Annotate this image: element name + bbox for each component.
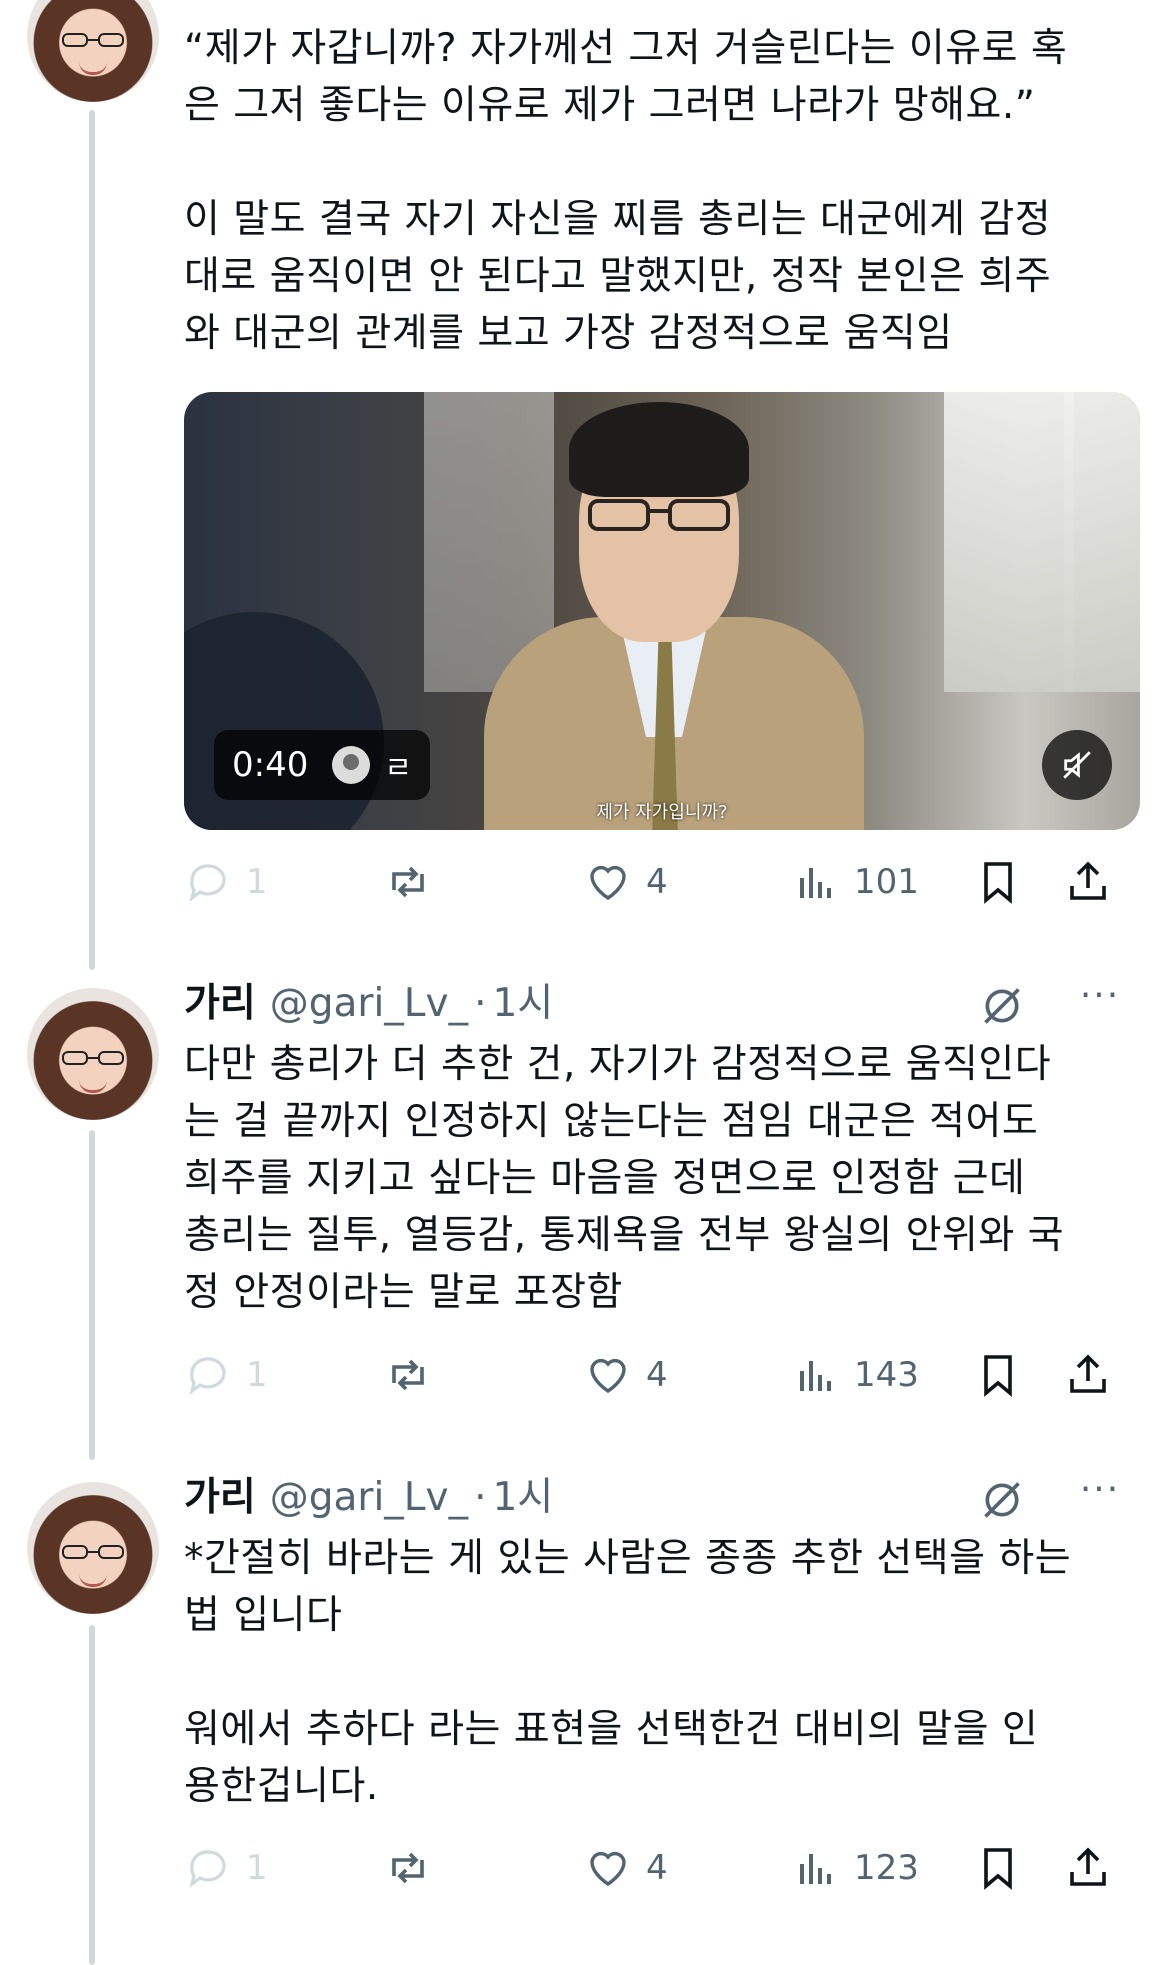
separator-dot: ·	[474, 1475, 487, 1520]
like-button[interactable]: 4	[584, 1345, 668, 1405]
repost-button[interactable]	[384, 852, 432, 912]
share-button[interactable]	[1064, 1345, 1112, 1405]
post-time[interactable]: 1시	[493, 981, 554, 1026]
repost-icon	[392, 1852, 424, 1884]
reply-count: 1	[246, 862, 268, 902]
bookmark-button[interactable]	[974, 852, 1022, 912]
post-text: 다만 총리가 더 추한 건, 자기가 감정적으로 움직인다 는 걸 끝까지 인정…	[184, 1042, 1065, 1315]
post-header: 가리 @gari_Lv_ · 1시 ···	[184, 1468, 1124, 1528]
glasses-icon	[62, 1051, 124, 1065]
video-channel-glyph: ㄹ	[384, 751, 412, 786]
avatar[interactable]	[27, 1482, 159, 1614]
post-text: *간절히 바라는 게 있는 사람은 종종 추한 선택을 하는 법 입니다 워에서…	[184, 1536, 1072, 1809]
bookmark-icon	[984, 1355, 1012, 1397]
views-button[interactable]: 123	[792, 1838, 919, 1898]
like-button[interactable]: 4	[584, 852, 668, 912]
repost-icon	[392, 866, 424, 898]
bookmark-icon	[984, 862, 1012, 904]
heart-icon	[590, 1851, 626, 1887]
reply-icon	[189, 1357, 226, 1395]
repost-button[interactable]	[384, 1345, 432, 1405]
author-handle[interactable]: @gari_Lv_	[270, 981, 468, 1026]
views-icon	[800, 1361, 831, 1391]
mute-button[interactable]	[1042, 730, 1112, 800]
reply-button[interactable]: 1	[184, 852, 268, 912]
video-window	[944, 392, 1074, 692]
thread-line	[89, 1130, 95, 1460]
mute-icon	[1063, 751, 1091, 779]
views-icon	[800, 1854, 831, 1884]
post-actions: 1 4 123	[184, 1838, 1140, 1898]
views-button[interactable]: 101	[792, 852, 919, 912]
views-button[interactable]: 143	[792, 1345, 919, 1405]
post-header: 가리 @gari_Lv_ · 1시 ···	[184, 974, 1124, 1034]
author-name[interactable]: 가리	[184, 1475, 256, 1520]
avatar-smile	[79, 1574, 107, 1587]
author-handle[interactable]: @gari_Lv_	[270, 1475, 468, 1520]
bookmark-button[interactable]	[974, 1345, 1022, 1405]
views-icon	[800, 868, 831, 898]
reply-button[interactable]: 1	[184, 1345, 268, 1405]
reply-icon	[189, 1850, 226, 1888]
video-glasses	[588, 499, 730, 531]
video-player[interactable]: 0:40 ㄹ 제가 자가입니까?	[184, 392, 1140, 830]
video-window	[1064, 392, 1140, 692]
reply-icon	[189, 864, 226, 902]
share-icon	[1070, 1354, 1106, 1393]
video-timer: 0:40 ㄹ	[214, 730, 430, 800]
video-person-hair	[569, 402, 749, 497]
post-text: “제가 자갑니까? 자가께선 그저 거슬린다는 이유로 혹 은 그저 좋다는 이…	[184, 26, 1068, 356]
share-icon	[1070, 1847, 1106, 1886]
avatar[interactable]	[27, 988, 159, 1120]
repost-icon	[392, 1359, 424, 1391]
reply-count: 1	[246, 1848, 268, 1888]
heart-icon	[590, 1358, 626, 1394]
more-icon[interactable]: ···	[1076, 978, 1124, 1026]
post-time[interactable]: 1시	[493, 1475, 554, 1520]
avatar[interactable]	[27, 0, 159, 102]
like-button[interactable]: 4	[584, 1838, 668, 1898]
heart-icon	[590, 865, 626, 901]
avatar-smile	[79, 1080, 107, 1093]
avatar-smile	[79, 62, 107, 75]
views-count: 101	[854, 862, 919, 902]
post-actions: 1 4 101	[184, 852, 1140, 912]
user-icon	[332, 746, 371, 784]
views-count: 123	[854, 1848, 919, 1888]
share-button[interactable]	[1064, 1838, 1112, 1898]
author-name[interactable]: 가리	[184, 981, 256, 1026]
video-subtitle: 제가 자가입니까?	[596, 802, 728, 823]
thread-line	[89, 1625, 95, 1965]
views-count: 143	[854, 1355, 919, 1395]
like-count: 4	[646, 862, 668, 902]
reply-button[interactable]: 1	[184, 1838, 268, 1898]
post-actions: 1 4 143	[184, 1345, 1140, 1405]
like-count: 4	[646, 1355, 668, 1395]
share-button[interactable]	[1064, 852, 1112, 912]
repost-button[interactable]	[384, 1838, 432, 1898]
grok-icon[interactable]	[980, 984, 1024, 1028]
thread-line	[89, 110, 95, 970]
reply-count: 1	[246, 1355, 268, 1395]
bookmark-button[interactable]	[974, 1838, 1022, 1898]
glasses-icon	[62, 33, 124, 47]
glasses-icon	[62, 1545, 124, 1559]
video-duration: 0:40	[232, 745, 309, 785]
share-icon	[1070, 861, 1106, 900]
grok-icon[interactable]	[980, 1478, 1024, 1522]
more-icon[interactable]: ···	[1076, 1472, 1124, 1520]
like-count: 4	[646, 1848, 668, 1888]
separator-dot: ·	[474, 981, 487, 1026]
bookmark-icon	[984, 1848, 1012, 1890]
